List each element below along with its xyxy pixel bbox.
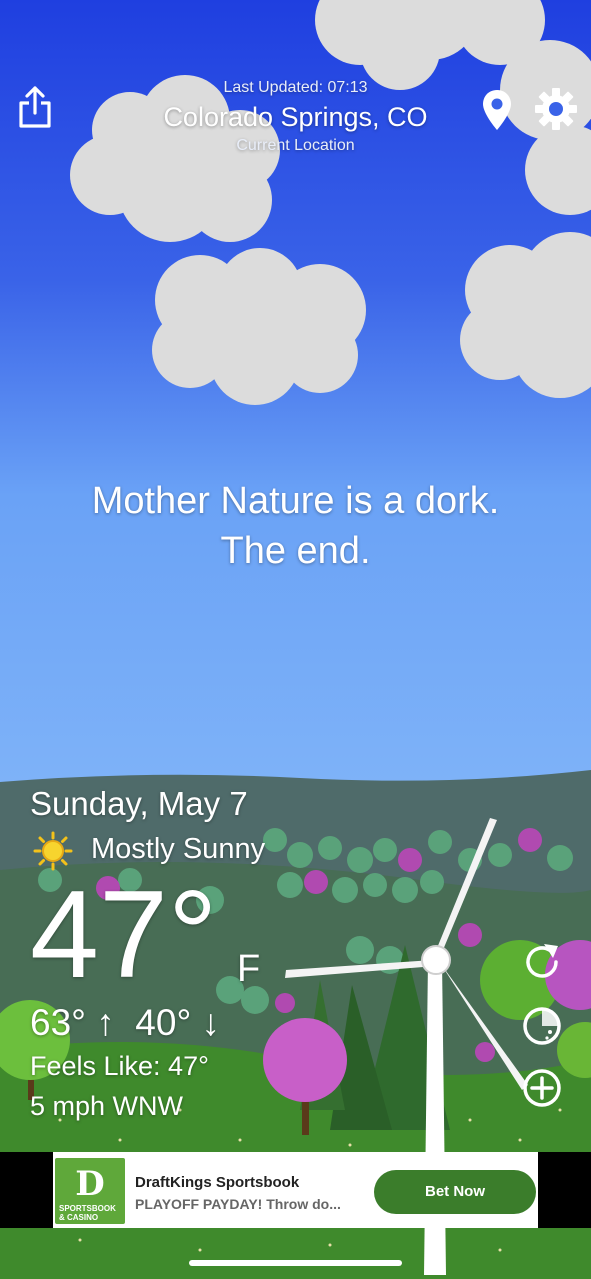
logo-mark: D <box>75 1164 105 1204</box>
gear-icon[interactable] <box>534 87 578 131</box>
date-label: Sunday, May 7 <box>30 785 248 822</box>
logo-caption-line-1: SPORTSBOOK <box>59 1204 116 1213</box>
share-icon[interactable] <box>17 85 53 129</box>
add-icon[interactable] <box>520 1066 564 1110</box>
refresh-icon[interactable] <box>520 940 564 984</box>
logo-caption-line-2: & CASINO <box>59 1213 99 1222</box>
condition-label: Mostly Sunny <box>91 833 266 865</box>
cloud <box>460 232 591 398</box>
wind: 5 mph WNW <box>30 1091 184 1121</box>
message-line-2: The end. <box>220 530 371 572</box>
bet-now-button[interactable]: Bet Now <box>374 1170 536 1214</box>
ad-body: PLAYOFF PAYDAY! Throw do... <box>135 1196 341 1212</box>
location-subtitle: Current Location <box>236 137 355 154</box>
location-pin-icon[interactable] <box>481 88 513 132</box>
ad-title: DraftKings Sportsbook <box>135 1174 300 1191</box>
ad-content[interactable]: D SPORTSBOOK & CASINO DraftKings Sportsb… <box>53 1152 538 1228</box>
weather-scene <box>0 0 591 1279</box>
draftkings-logo: D SPORTSBOOK & CASINO <box>55 1158 125 1224</box>
cloud <box>152 248 366 405</box>
ad-banner[interactable]: D SPORTSBOOK & CASINO DraftKings Sportsb… <box>0 1152 591 1228</box>
feels-like: Feels Like: 47° <box>30 1051 209 1081</box>
temperature-unit[interactable]: F <box>237 948 260 991</box>
radar-icon[interactable] <box>520 1004 564 1048</box>
logo-caption: SPORTSBOOK & CASINO <box>59 1204 116 1222</box>
high-low: 63° ↑ 40° ↓ <box>30 1002 221 1043</box>
home-indicator[interactable] <box>189 1260 402 1266</box>
temperature-value: 47° <box>30 866 218 1004</box>
message-line-1: Mother Nature is a dork. <box>91 480 500 522</box>
